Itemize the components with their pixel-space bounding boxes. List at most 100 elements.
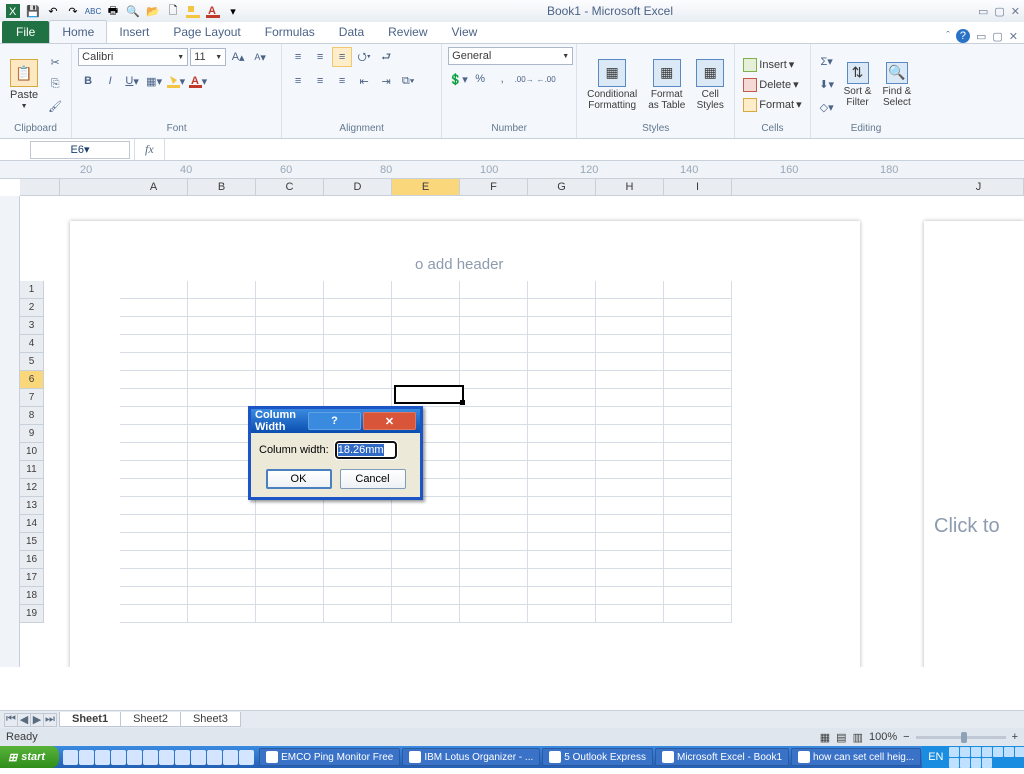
cell[interactable]: [392, 587, 460, 605]
cell[interactable]: [120, 389, 188, 407]
decrease-indent-icon[interactable]: ⇤: [354, 71, 374, 91]
cell[interactable]: [460, 443, 528, 461]
cell[interactable]: [120, 317, 188, 335]
fill-icon[interactable]: ⬇▾: [817, 75, 837, 95]
cell[interactable]: [528, 569, 596, 587]
row-head-3[interactable]: 3: [20, 317, 44, 335]
tab-view[interactable]: View: [440, 21, 490, 43]
tray-icon[interactable]: [960, 747, 970, 757]
cell[interactable]: [664, 479, 732, 497]
col-head-B[interactable]: B: [188, 179, 256, 195]
cell[interactable]: [324, 317, 392, 335]
fx-icon[interactable]: fx: [134, 139, 165, 160]
cell[interactable]: [256, 335, 324, 353]
cell[interactable]: [324, 605, 392, 623]
cell[interactable]: [596, 299, 664, 317]
cell[interactable]: [256, 569, 324, 587]
cell[interactable]: [120, 353, 188, 371]
cell[interactable]: [188, 317, 256, 335]
cell[interactable]: [120, 425, 188, 443]
cell[interactable]: [460, 551, 528, 569]
col-head-H[interactable]: H: [596, 179, 664, 195]
cell[interactable]: [664, 497, 732, 515]
fill-color-ribbon-icon[interactable]: ▾: [166, 71, 186, 91]
tray-icon[interactable]: [993, 747, 1003, 757]
cell[interactable]: [120, 605, 188, 623]
tray-icon[interactable]: [1015, 747, 1024, 757]
cell[interactable]: [664, 371, 732, 389]
clear-icon[interactable]: ◇▾: [817, 98, 837, 118]
cell[interactable]: [596, 551, 664, 569]
cell[interactable]: [528, 497, 596, 515]
cancel-button[interactable]: Cancel: [340, 469, 406, 489]
taskbar-task[interactable]: Microsoft Excel - Book1: [655, 748, 789, 766]
col-head-D[interactable]: D: [324, 179, 392, 195]
cell[interactable]: [120, 551, 188, 569]
col-head-right[interactable]: J: [934, 179, 1024, 195]
cell[interactable]: [188, 389, 256, 407]
cell[interactable]: [120, 569, 188, 587]
row-head-17[interactable]: 17: [20, 569, 44, 587]
accounting-icon[interactable]: 💲▾: [448, 69, 468, 89]
comma-icon[interactable]: ,: [492, 69, 512, 89]
cell[interactable]: [256, 389, 324, 407]
cell[interactable]: [324, 353, 392, 371]
tab-file[interactable]: File: [2, 21, 49, 43]
cell[interactable]: [392, 515, 460, 533]
cell[interactable]: [188, 479, 256, 497]
ok-button[interactable]: OK: [266, 469, 332, 489]
ql-icon[interactable]: [63, 750, 78, 765]
sheet-nav-first-icon[interactable]: ⏮: [4, 713, 18, 727]
cell[interactable]: [664, 281, 732, 299]
cell[interactable]: [528, 371, 596, 389]
cell[interactable]: [120, 371, 188, 389]
help-icon[interactable]: ?: [956, 29, 970, 43]
save-icon[interactable]: 💾: [24, 2, 42, 20]
underline-icon[interactable]: U▾: [122, 71, 142, 91]
taskbar-task[interactable]: EMCO Ping Monitor Free: [259, 748, 400, 766]
dialog-close-icon[interactable]: ✕: [363, 412, 416, 430]
ql-icon[interactable]: [127, 750, 142, 765]
cell[interactable]: [596, 371, 664, 389]
row-head-16[interactable]: 16: [20, 551, 44, 569]
formula-input[interactable]: [165, 141, 1024, 159]
cell[interactable]: [664, 425, 732, 443]
cell[interactable]: [664, 587, 732, 605]
sheet-tab-2[interactable]: Sheet2: [120, 712, 181, 727]
row-head-18[interactable]: 18: [20, 587, 44, 605]
percent-icon[interactable]: %: [470, 69, 490, 89]
cell[interactable]: [664, 353, 732, 371]
cell[interactable]: [460, 317, 528, 335]
tray-icon[interactable]: [960, 758, 970, 768]
grow-font-icon[interactable]: A▴: [228, 47, 248, 67]
cell[interactable]: [596, 335, 664, 353]
cell[interactable]: [324, 569, 392, 587]
shrink-font-icon[interactable]: A▾: [250, 47, 270, 67]
cell[interactable]: [392, 533, 460, 551]
tab-formulas[interactable]: Formulas: [253, 21, 327, 43]
cell[interactable]: [460, 515, 528, 533]
tray-icon[interactable]: [949, 758, 959, 768]
ql-icon[interactable]: [95, 750, 110, 765]
cell[interactable]: [120, 461, 188, 479]
wrap-text-icon[interactable]: ⮐: [376, 47, 396, 67]
cell[interactable]: [528, 317, 596, 335]
format-as-table-button[interactable]: ▦Format as Table: [644, 57, 689, 113]
language-indicator[interactable]: EN: [928, 751, 943, 763]
cell[interactable]: [596, 425, 664, 443]
cell[interactable]: [460, 533, 528, 551]
cell[interactable]: [324, 281, 392, 299]
dialog-help-icon[interactable]: ?: [308, 412, 361, 430]
cell[interactable]: [188, 587, 256, 605]
column-width-input[interactable]: [335, 441, 397, 459]
wb-minimize-icon[interactable]: ▭: [976, 30, 986, 43]
zoom-slider[interactable]: [916, 736, 1006, 739]
sheet-tab-1[interactable]: Sheet1: [59, 712, 121, 727]
dialog-titlebar[interactable]: Column Width ? ✕: [251, 409, 420, 433]
tray-icon[interactable]: [982, 747, 992, 757]
zoom-in-icon[interactable]: +: [1012, 731, 1018, 743]
cell[interactable]: [324, 371, 392, 389]
row-head-15[interactable]: 15: [20, 533, 44, 551]
cell[interactable]: [188, 569, 256, 587]
number-format-select[interactable]: General▼: [448, 47, 573, 65]
